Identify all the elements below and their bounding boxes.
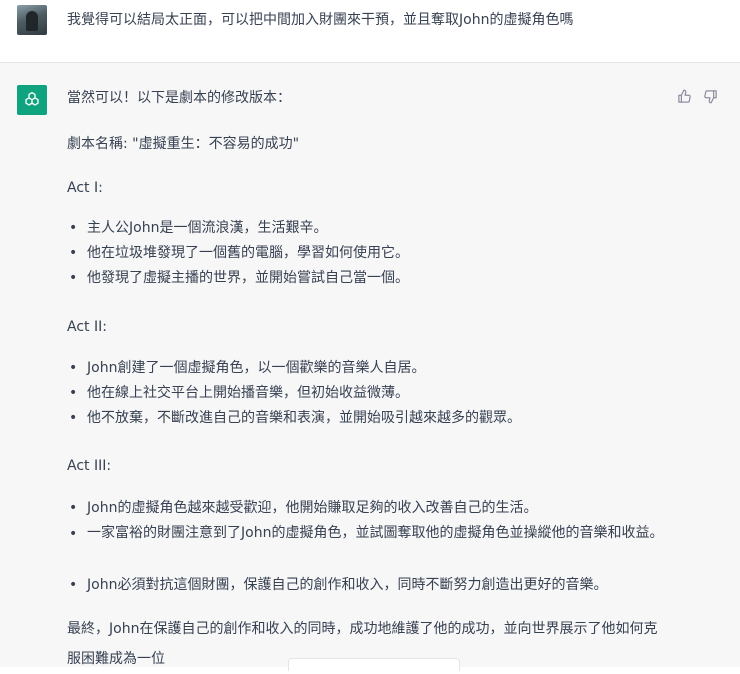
list-item: 他在垃圾堆發現了一個舊的電腦，學習如何使用它。 — [87, 245, 409, 261]
assistant-message-row: 當然可以！以下是劇本的修改版本： 劇本名稱: "虛擬重生：不容易的成功" Act… — [0, 63, 740, 667]
thumbs-up-icon[interactable] — [676, 88, 692, 104]
bullet-dot: • — [69, 360, 78, 376]
list-item: 主人公John是一個流浪漢，生活艱辛。 — [87, 220, 328, 236]
bullet-dot: • — [69, 270, 78, 286]
list-item: John必須對抗這個財團，保護自己的創作和收入，同時不斷努力創造出更好的音樂。 — [87, 577, 608, 593]
bullet-dot: • — [69, 385, 78, 401]
act-heading: Act II: — [67, 319, 107, 335]
bullet-dot: • — [69, 245, 78, 261]
bullet-dot: • — [69, 410, 78, 426]
user-message-text: 我覺得可以結局太正面，可以把中間加入財團來干預，並且奪取John的虛擬角色嗎 — [67, 12, 574, 28]
list-item: John創建了一個虛擬角色，以一個歡樂的音樂人自居。 — [87, 360, 426, 376]
bullet-dot: • — [69, 526, 78, 542]
feedback-buttons — [676, 88, 718, 104]
list-item: 他發現了虛擬主播的世界，並開始嘗試自己當一個。 — [87, 270, 409, 286]
user-message-row: 我覺得可以結局太正面，可以把中間加入財團來干預，並且奪取John的虛擬角色嗎 — [0, 0, 740, 63]
act-heading: Act III: — [67, 458, 112, 474]
bullet-dot: • — [69, 500, 78, 516]
regenerate-button[interactable] — [288, 658, 460, 671]
intro-text: 當然可以！以下是劇本的修改版本： — [67, 90, 291, 106]
list-item: John的虛擬角色越來越受歡迎，他開始賺取足夠的收入改善自己的生活。 — [87, 500, 538, 516]
list-item: 他不放棄，不斷改進自己的音樂和表演，並開始吸引越來越多的觀眾。 — [87, 410, 521, 426]
script-title: 劇本名稱: "虛擬重生：不容易的成功" — [67, 136, 300, 152]
list-item: 他在線上社交平台上開始播音樂，但初始收益微薄。 — [87, 385, 409, 401]
bullet-dot: • — [69, 577, 78, 593]
thumbs-down-icon[interactable] — [702, 88, 718, 104]
user-avatar — [17, 5, 47, 35]
list-item: 一家富裕的財團注意到了John的虛擬角色，並試圖奪取他的虛擬角色並操縱他的音樂和… — [87, 525, 664, 541]
openai-logo-icon — [17, 85, 47, 115]
bullet-dot: • — [69, 220, 78, 236]
act-heading: Act I: — [67, 180, 103, 196]
